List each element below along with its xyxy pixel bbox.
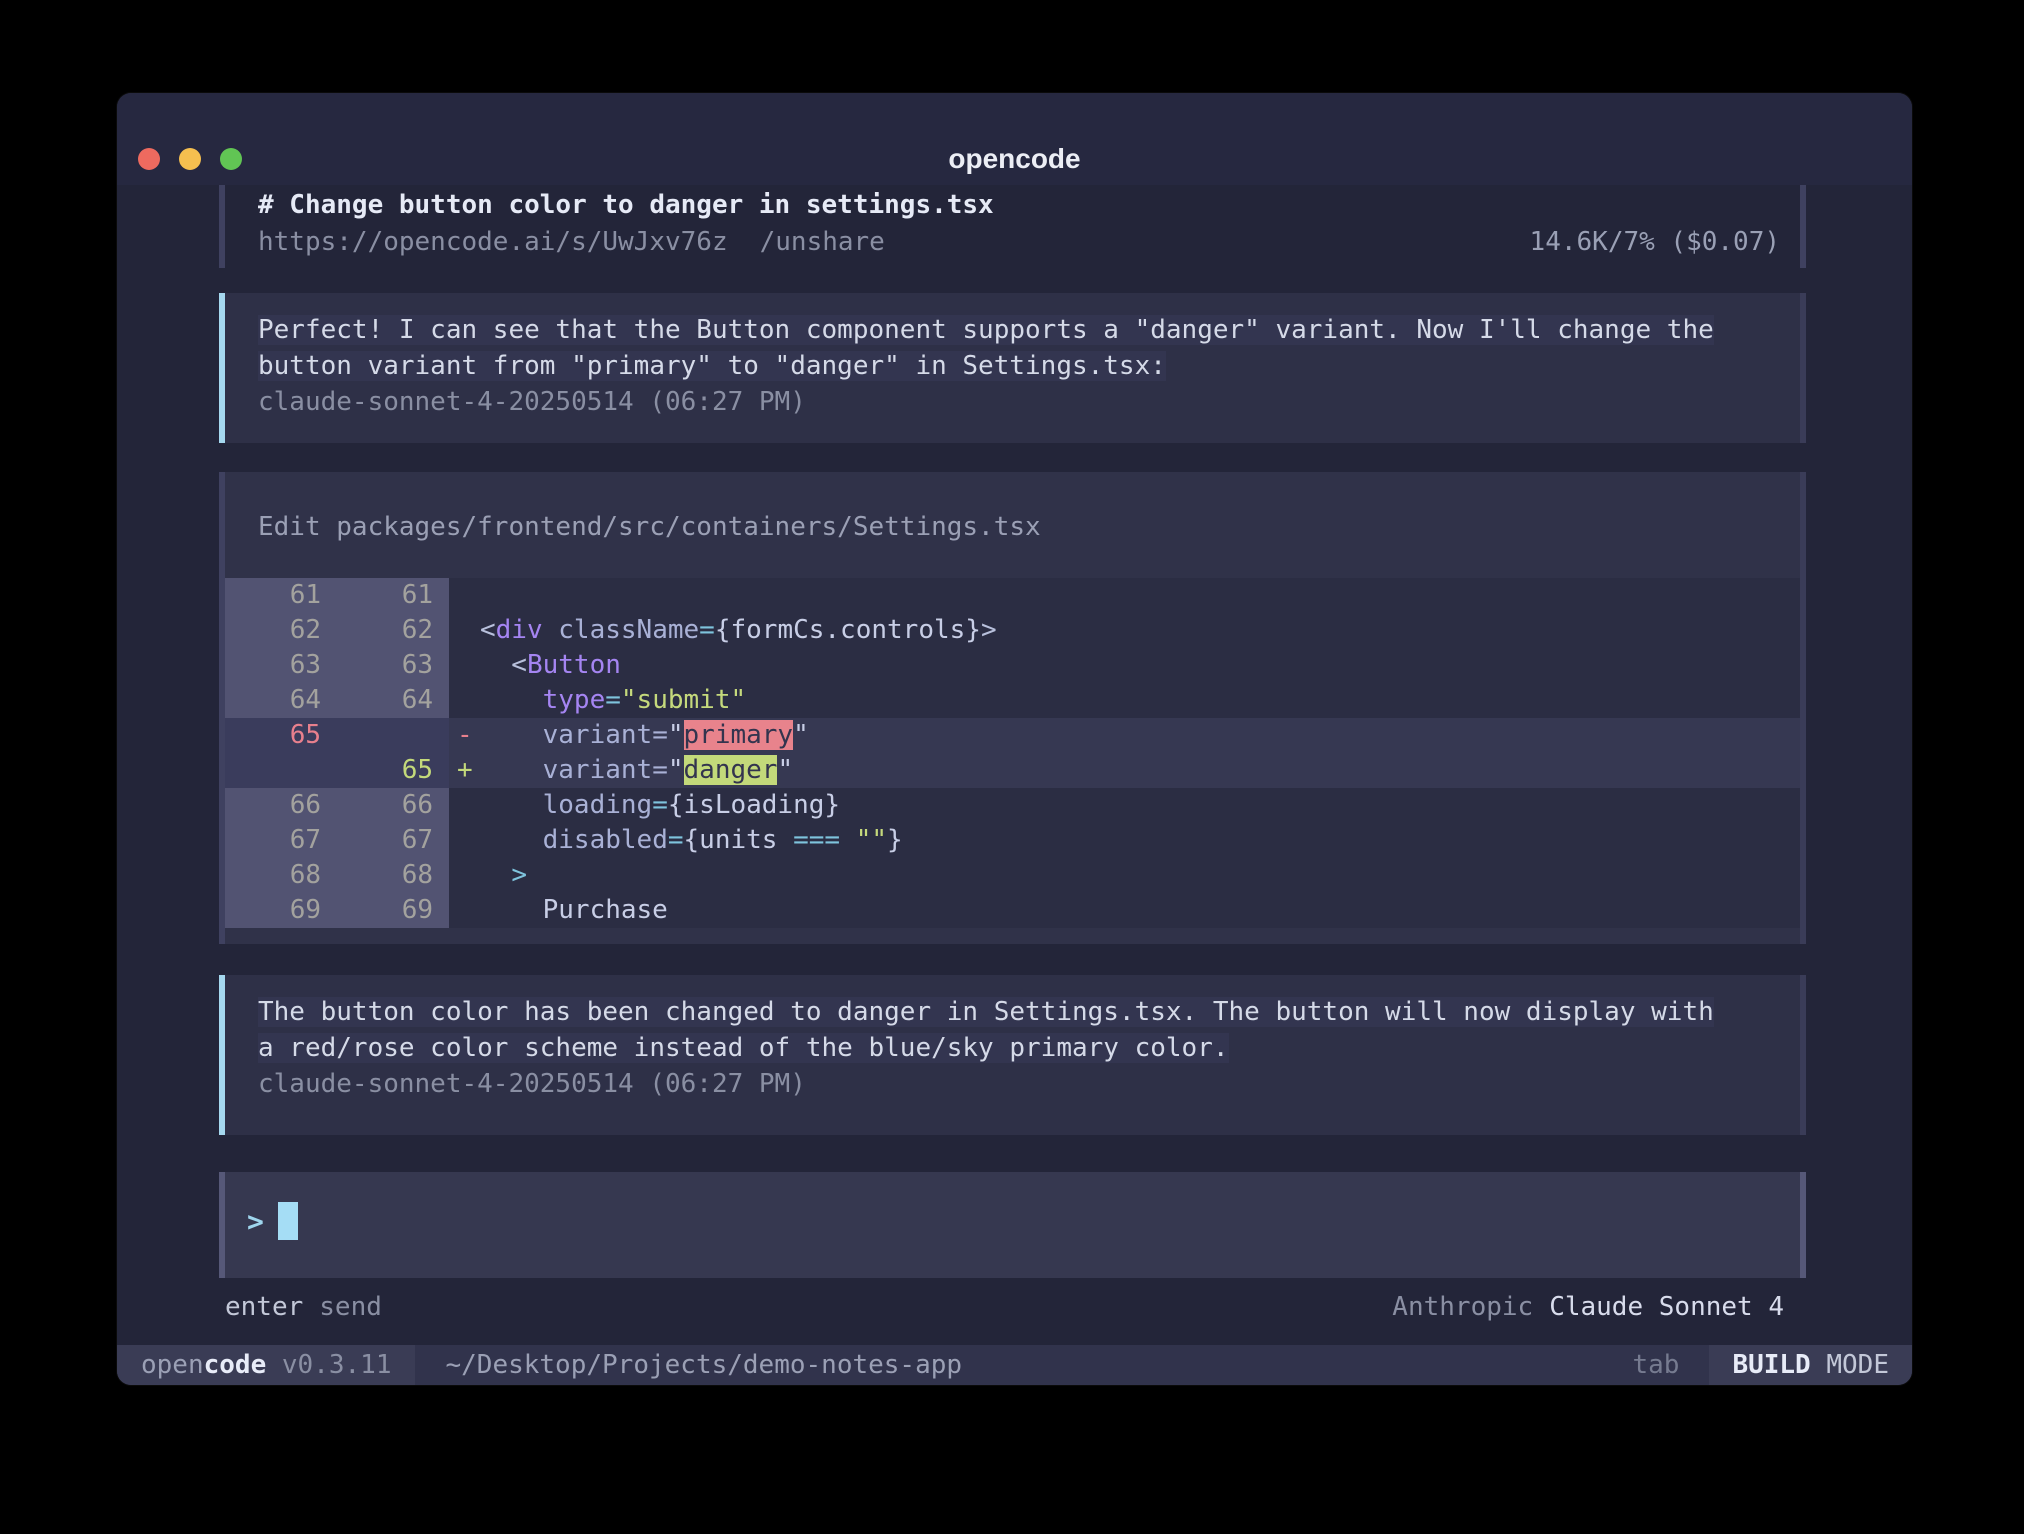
diff-new-line-number: 62 xyxy=(337,613,449,648)
diff-old-line-number: 66 xyxy=(225,788,337,823)
prompt-input[interactable]: > xyxy=(219,1172,1806,1278)
diff-row: 65 - variant="primary" xyxy=(225,718,1800,753)
diff-row: 6666 loading={isLoading} xyxy=(225,788,1800,823)
mode-build: BUILD xyxy=(1732,1350,1810,1380)
diff-old-line-number xyxy=(225,753,337,788)
diff-code-line: <Button xyxy=(480,648,1800,683)
model-label: Claude Sonnet 4 xyxy=(1549,1292,1784,1322)
status-bar: opencode v0.3.11 ~/Desktop/Projects/demo… xyxy=(117,1345,1912,1385)
diff-new-line-number: 63 xyxy=(337,648,449,683)
diff-change-sign xyxy=(449,858,480,893)
app-name-open: open xyxy=(141,1350,204,1380)
mode-rest xyxy=(1811,1350,1827,1380)
diff-view: 61616262 <div className={formCs.controls}… xyxy=(225,578,1800,928)
working-directory: ~/Desktop/Projects/demo-notes-app xyxy=(445,1345,962,1385)
diff-new-line-number: 64 xyxy=(337,683,449,718)
app-name-code: code xyxy=(204,1350,267,1380)
share-url-link[interactable]: https://opencode.ai/s/UwJxv76z xyxy=(258,223,728,261)
diff-row: 6969 Purchase xyxy=(225,893,1800,928)
window-title: opencode xyxy=(117,143,1912,175)
assistant-message-meta: claude-sonnet-4-20250514 (06:27 PM) xyxy=(258,384,1780,420)
diff-row: 6464 type="submit" xyxy=(225,683,1800,718)
app-version xyxy=(266,1350,282,1380)
edit-block-right-rule xyxy=(1800,472,1806,944)
diff-new-line-number xyxy=(337,718,449,753)
edit-tool-call: Edit packages/frontend/src/containers/Se… xyxy=(219,472,1806,944)
diff-old-line-number: 65 xyxy=(225,718,337,753)
diff-new-line-number: 66 xyxy=(337,788,449,823)
diff-change-sign xyxy=(449,683,480,718)
diff-row: 6161 xyxy=(225,578,1800,613)
diff-change-sign: + xyxy=(449,753,480,788)
prompt-chevron: > xyxy=(247,1205,264,1238)
diff-new-line-number: 69 xyxy=(337,893,449,928)
diff-new-line-number: 61 xyxy=(337,578,449,613)
mode-label: MODE xyxy=(1826,1350,1889,1380)
diff-row: 65+ variant="danger" xyxy=(225,753,1800,788)
enter-key-hint: enter xyxy=(225,1290,303,1324)
assistant-message-right-rule xyxy=(1800,293,1806,443)
diff-change-sign xyxy=(449,648,480,683)
assistant-message: The button color has been changed to dan… xyxy=(219,975,1806,1135)
diff-old-line-number: 63 xyxy=(225,648,337,683)
diff-change-sign: - xyxy=(449,718,480,753)
diff-old-line-number: 64 xyxy=(225,683,337,718)
diff-code-line: disabled={units === ""} xyxy=(480,823,1800,858)
session-title: # Change button color to danger in setti… xyxy=(225,185,1800,223)
diff-old-line-number: 67 xyxy=(225,823,337,858)
diff-old-line-number: 61 xyxy=(225,578,337,613)
diff-row: 6767 disabled={units === ""} xyxy=(225,823,1800,858)
diff-change-sign xyxy=(449,893,480,928)
terminal-window: opencode # Change button color to danger… xyxy=(117,93,1912,1385)
session-header-right-rule xyxy=(1800,185,1806,268)
provider-label: Anthropic xyxy=(1392,1292,1533,1322)
assistant-message-text: The button color has been changed to dan… xyxy=(258,997,1714,1063)
diff-code-line: Purchase xyxy=(480,893,1800,928)
unshare-command[interactable]: /unshare xyxy=(760,223,885,261)
diff-code-line: > xyxy=(480,858,1800,893)
diff-new-line-number: 68 xyxy=(337,858,449,893)
window-titlebar[interactable]: opencode xyxy=(117,93,1912,185)
keybind-hints: enter send Anthropic Claude Sonnet 4 xyxy=(225,1290,1800,1324)
diff-old-line-number: 68 xyxy=(225,858,337,893)
diff-code-line: variant="danger" xyxy=(480,753,1800,788)
text-cursor xyxy=(278,1202,298,1240)
diff-code-line: <div className={formCs.controls}> xyxy=(480,613,1800,648)
token-usage-stats: 14.6K/7% ($0.07) xyxy=(1530,223,1780,261)
diff-code-line: loading={isLoading} xyxy=(480,788,1800,823)
app-version-number: v0.3.11 xyxy=(282,1350,392,1380)
prompt-input-right-rule xyxy=(1800,1172,1806,1278)
tab-key-hint: tab xyxy=(1632,1345,1679,1385)
diff-old-line-number: 62 xyxy=(225,613,337,648)
assistant-message-meta: claude-sonnet-4-20250514 (06:27 PM) xyxy=(258,1066,1780,1102)
diff-change-sign xyxy=(449,788,480,823)
edit-tool-title: Edit packages/frontend/src/containers/Se… xyxy=(225,472,1800,578)
send-action-hint: send xyxy=(319,1290,382,1324)
assistant-message-text: Perfect! I can see that the Button compo… xyxy=(258,315,1714,381)
session-header: # Change button color to danger in setti… xyxy=(219,185,1806,268)
diff-change-sign xyxy=(449,578,480,613)
diff-code-line: variant="primary" xyxy=(480,718,1800,753)
diff-change-sign xyxy=(449,823,480,858)
app-version-chip: opencode v0.3.11 xyxy=(117,1345,415,1385)
diff-row: 6262 <div className={formCs.controls}> xyxy=(225,613,1800,648)
diff-change-sign xyxy=(449,613,480,648)
diff-new-line-number: 67 xyxy=(337,823,449,858)
assistant-message-right-rule xyxy=(1800,975,1806,1135)
mode-chip: BUILD MODE xyxy=(1709,1345,1912,1385)
diff-code-line: type="submit" xyxy=(480,683,1800,718)
diff-row: 6868 > xyxy=(225,858,1800,893)
diff-row: 6363 <Button xyxy=(225,648,1800,683)
diff-new-line-number: 65 xyxy=(337,753,449,788)
diff-old-line-number: 69 xyxy=(225,893,337,928)
diff-code-line xyxy=(480,578,1800,613)
assistant-message: Perfect! I can see that the Button compo… xyxy=(219,293,1806,443)
